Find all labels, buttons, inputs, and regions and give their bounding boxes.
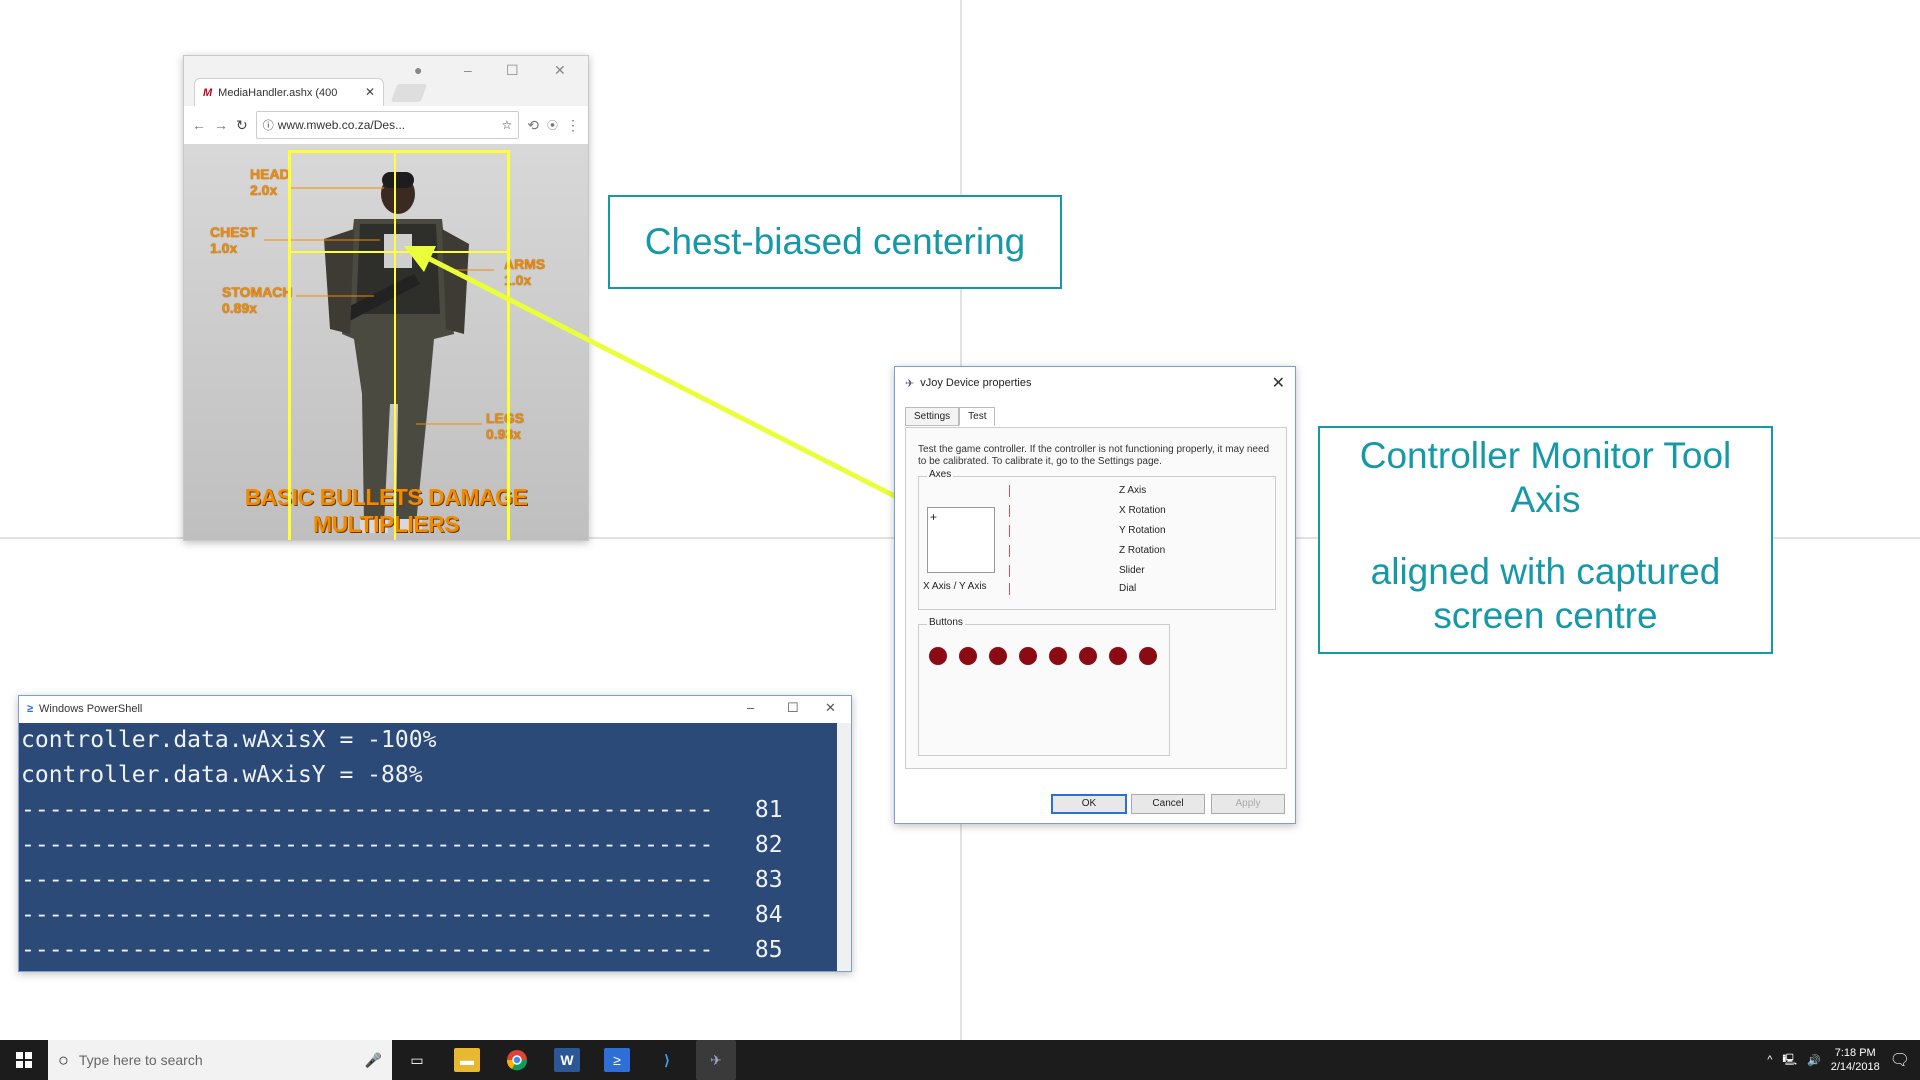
taskbar: ○ Type here to search 🎤 ▭ ▬ W ≥ ⟩ ✈ ^ 🖳 … bbox=[0, 1040, 1920, 1080]
console-line: ----------------------------------------… bbox=[21, 902, 783, 928]
button-indicator bbox=[929, 647, 947, 665]
slider-label: Slider bbox=[1119, 565, 1145, 576]
z-rotation-label: Z Rotation bbox=[1119, 545, 1166, 556]
console-line: ----------------------------------------… bbox=[21, 832, 783, 858]
maximize-icon[interactable]: ☐ bbox=[787, 700, 799, 716]
vjoy-taskbar-icon[interactable]: ✈ bbox=[696, 1040, 736, 1080]
y-rotation-label: Y Rotation bbox=[1119, 525, 1166, 536]
vjoy-properties-dialog[interactable]: ✈ vJoy Device properties ✕ Settings Test… bbox=[894, 366, 1296, 824]
volume-icon[interactable]: 🔊 bbox=[1807, 1054, 1821, 1067]
button-indicator bbox=[1079, 647, 1097, 665]
button-indicator bbox=[1049, 647, 1067, 665]
notifications-icon[interactable]: 🗨 bbox=[1890, 1050, 1910, 1070]
x-rotation-label: X Rotation bbox=[1119, 505, 1166, 516]
console-line: ----------------------------------------… bbox=[21, 937, 783, 963]
powershell-window[interactable]: ≥ Windows PowerShell – ☐ ✕ controller.da… bbox=[18, 695, 852, 972]
powershell-console[interactable]: controller.data.wAxisX = -100% controlle… bbox=[19, 723, 837, 971]
axis-indicator bbox=[1009, 565, 1010, 577]
powershell-titlebar[interactable]: ≥ Windows PowerShell – ☐ ✕ bbox=[19, 696, 851, 722]
xy-axis-label: X Axis / Y Axis bbox=[923, 581, 987, 592]
axis-indicator bbox=[1009, 525, 1010, 537]
network-icon[interactable]: 🖳 bbox=[1782, 1051, 1797, 1070]
close-window-icon[interactable]: ✕ bbox=[825, 700, 836, 716]
dial-label: Dial bbox=[1119, 583, 1137, 594]
axis-indicator bbox=[1009, 485, 1010, 497]
ok-button[interactable]: OK bbox=[1051, 794, 1127, 814]
z-axis-label: Z Axis bbox=[1119, 485, 1147, 496]
file-explorer-icon[interactable]: ▬ bbox=[454, 1048, 480, 1072]
console-line: controller.data.wAxisX = -100% bbox=[21, 727, 437, 753]
tab-settings[interactable]: Settings bbox=[905, 407, 960, 426]
apply-button[interactable]: Apply bbox=[1211, 794, 1285, 814]
button-indicator bbox=[1139, 647, 1157, 665]
microphone-icon[interactable]: 🎤 bbox=[365, 1052, 382, 1069]
dialog-title: vJoy Device properties bbox=[920, 377, 1032, 389]
visual-studio-code-icon[interactable]: ⟩ bbox=[654, 1048, 680, 1072]
chrome-icon[interactable] bbox=[504, 1048, 530, 1072]
test-tab-panel: Test the game controller. If the control… bbox=[905, 427, 1287, 769]
console-line: controller.data.wAxisY = -88% bbox=[21, 762, 423, 788]
axis-indicator bbox=[1009, 545, 1010, 557]
cancel-button[interactable]: Cancel bbox=[1131, 794, 1205, 814]
button-indicator bbox=[959, 647, 977, 665]
word-icon[interactable]: W bbox=[554, 1048, 580, 1072]
start-button[interactable] bbox=[0, 1040, 48, 1080]
chest-biased-centering-callout: Chest-biased centering bbox=[608, 195, 1062, 289]
search-placeholder: Type here to search bbox=[78, 1052, 203, 1068]
button-indicator bbox=[989, 647, 1007, 665]
console-scrollbar[interactable] bbox=[837, 723, 851, 971]
buttons-group-label: Buttons bbox=[927, 617, 965, 628]
tray-chevron-icon[interactable]: ^ bbox=[1767, 1054, 1772, 1066]
axes-group: Axes + X Axis / Y Axis Z Axis X Rotation… bbox=[918, 469, 1276, 610]
axis-indicator bbox=[1009, 583, 1010, 595]
controller-axis-callout: Controller Monitor Tool Axis aligned wit… bbox=[1318, 426, 1773, 654]
joystick-icon: ✈ bbox=[905, 377, 915, 390]
axes-group-label: Axes bbox=[927, 469, 954, 480]
dialog-close-icon[interactable]: ✕ bbox=[1272, 373, 1285, 393]
powershell-taskbar-icon[interactable]: ≥ bbox=[604, 1048, 630, 1072]
cortana-circle-icon: ○ bbox=[58, 1049, 69, 1070]
button-indicator bbox=[1109, 647, 1127, 665]
console-line: ----------------------------------------… bbox=[21, 797, 783, 823]
task-view-icon[interactable]: ▭ bbox=[404, 1048, 430, 1072]
taskbar-search-box[interactable]: ○ Type here to search 🎤 bbox=[48, 1040, 392, 1080]
dialog-titlebar[interactable]: ✈ vJoy Device properties ✕ bbox=[895, 367, 1295, 399]
button-indicator bbox=[1019, 647, 1037, 665]
axis-indicator bbox=[1009, 505, 1010, 517]
buttons-group: Buttons bbox=[918, 617, 1170, 756]
tab-test[interactable]: Test bbox=[959, 407, 996, 426]
clock-date: 2/14/2018 bbox=[1830, 1061, 1880, 1073]
clock[interactable]: 7:18 PM 2/14/2018 bbox=[1831, 1046, 1880, 1074]
clock-time: 7:18 PM bbox=[1834, 1047, 1876, 1059]
dialog-tabs: Settings Test bbox=[905, 407, 996, 426]
powershell-title: Windows PowerShell bbox=[39, 703, 143, 715]
powershell-icon: ≥ bbox=[27, 703, 34, 715]
console-line: ----------------------------------------… bbox=[21, 867, 783, 893]
minimize-icon[interactable]: – bbox=[747, 700, 754, 715]
xy-axis-display: + bbox=[927, 507, 995, 573]
test-description: Test the game controller. If the control… bbox=[918, 444, 1270, 467]
system-tray: ^ 🖳 🔊 7:18 PM 2/14/2018 🗨 bbox=[1767, 1040, 1910, 1080]
windows-logo-icon bbox=[16, 1052, 32, 1068]
axis-crosshair-icon: + bbox=[930, 510, 938, 524]
